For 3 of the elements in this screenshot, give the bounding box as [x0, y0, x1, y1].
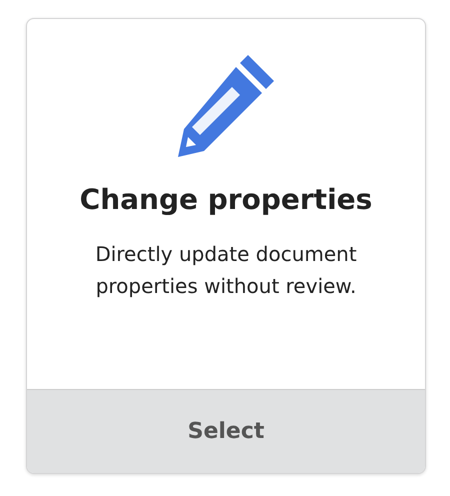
- select-button[interactable]: Select: [27, 389, 425, 473]
- card-title: Change properties: [80, 183, 372, 216]
- card-description: Directly update document properties without review.: [94, 241, 358, 300]
